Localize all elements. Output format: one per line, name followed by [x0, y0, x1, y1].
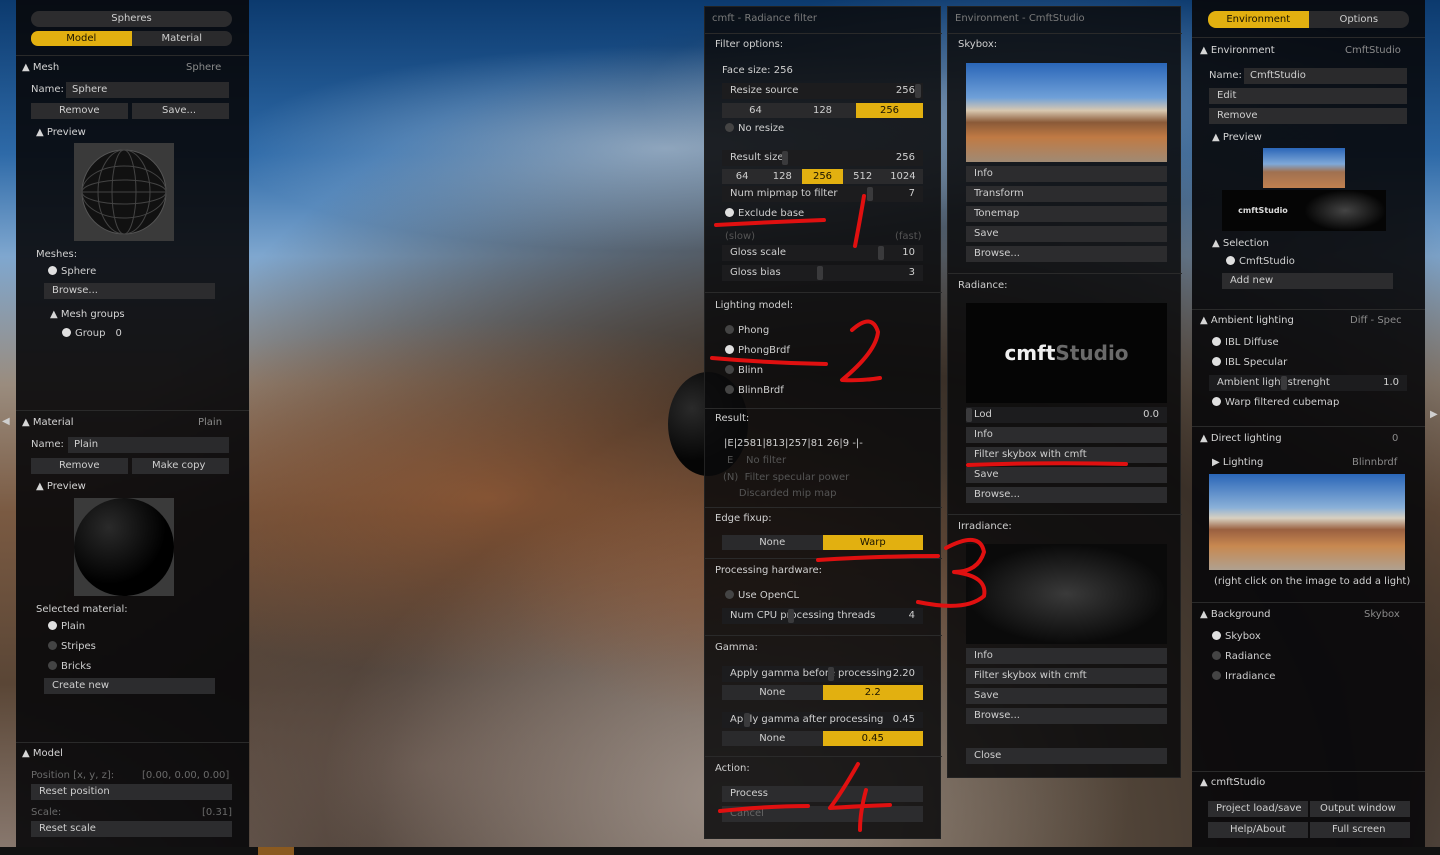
annotation-underline-3b	[816, 554, 940, 562]
annotation-number-1	[853, 194, 866, 248]
annotation-underline-3a	[966, 461, 1128, 467]
annotation-number-3	[916, 538, 987, 608]
annotation-underline-1	[714, 218, 826, 227]
annotation-layer	[710, 194, 1128, 832]
annotation-number-4	[828, 762, 892, 832]
annotation-number-2	[840, 319, 882, 383]
annotation-underline-2	[710, 356, 828, 366]
annotation-underline-4	[718, 804, 810, 813]
